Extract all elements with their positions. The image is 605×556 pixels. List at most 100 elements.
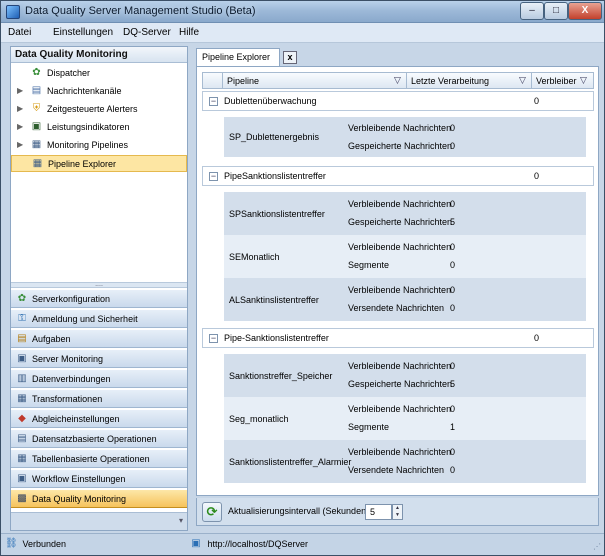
close-button[interactable]: X xyxy=(568,2,602,20)
close-tab-icon[interactable]: x xyxy=(283,51,297,64)
group-row[interactable]: − PipeSanktionslistentreffer 0 xyxy=(202,166,594,186)
metric-label: Segmente xyxy=(348,422,390,432)
tree-item-pipeline-explorer[interactable]: ▦ Pipeline Explorer xyxy=(11,155,187,172)
filter-icon[interactable]: ▽ xyxy=(580,75,587,86)
nav-button-data-quality-monitoring[interactable]: ▩ Data Quality Monitoring xyxy=(11,489,187,508)
chevron-down-icon[interactable]: ▾ xyxy=(179,516,183,525)
nav-header: Data Quality Monitoring xyxy=(11,47,187,63)
stepper-up-icon[interactable]: ▲ xyxy=(393,505,402,512)
filter-icon[interactable]: ▽ xyxy=(519,75,526,86)
pane-splitter[interactable]: .... xyxy=(11,281,187,288)
metric-value: 0 xyxy=(450,361,456,371)
nav-button-label: Data Quality Monitoring xyxy=(32,494,127,504)
app-window: Data Quality Server Management Studio (B… xyxy=(0,0,605,556)
title-bar[interactable]: Data Quality Server Management Studio (B… xyxy=(1,1,604,23)
nav-button-tabellenbasierte-operationen[interactable]: ▦ Tabellenbasierte Operationen xyxy=(11,449,187,468)
group-name: Dublettenüberwachung xyxy=(224,96,317,106)
tasks-icon: ▤ xyxy=(17,333,27,344)
tree-item-nachrichtenkanaele[interactable]: ▶ ▤ Nachrichtenkanäle xyxy=(11,83,187,100)
dispatcher-icon: ✿ xyxy=(32,67,41,78)
menu-einstellungen[interactable]: Einstellungen xyxy=(53,27,113,38)
nav-button-datensatzbasierte-operationen[interactable]: ▤ Datensatzbasierte Operationen xyxy=(11,429,187,448)
pipeline-item-name: SPSanktionslistentreffer xyxy=(229,209,325,219)
menu-hilfe[interactable]: Hilfe xyxy=(179,27,199,38)
menu-datei[interactable]: Datei xyxy=(8,27,31,38)
column-header-letzte-verarbeitung[interactable]: Letzte Verarbeitung xyxy=(407,73,532,88)
pipeline-item-name: SEMonatlich xyxy=(229,252,280,262)
pipeline-icon: ▦ xyxy=(31,139,42,150)
tree-item-dispatcher[interactable]: ✿ Dispatcher xyxy=(11,65,187,82)
channel-icon: ▤ xyxy=(31,85,42,96)
nav-button-label: Anmeldung und Sicherheit xyxy=(32,314,138,324)
collapse-icon[interactable]: − xyxy=(209,97,218,106)
server-monitor-icon: ▣ xyxy=(17,353,27,364)
nav-button-workflow-einstellungen[interactable]: ▣ Workflow Einstellungen xyxy=(11,469,187,488)
connected-icon: ⛓ xyxy=(5,538,18,549)
nav-button-server-monitoring[interactable]: ▣ Server Monitoring xyxy=(11,349,187,368)
metric-label: Verbleibende Nachrichten xyxy=(348,361,452,371)
minimize-button[interactable]: – xyxy=(520,2,544,20)
connection-status: ⛓ Verbunden xyxy=(5,538,66,550)
collapse-icon[interactable]: − xyxy=(209,334,218,343)
refresh-bar: ⟳ Aktualisierungsintervall (Sekunden): 5… xyxy=(196,498,599,526)
pipeline-item[interactable]: Sanktionstreffer_Speicher Verbleibende N… xyxy=(224,354,586,397)
stepper-down-icon[interactable]: ▼ xyxy=(393,512,402,519)
refresh-interval-stepper[interactable]: ▲ ▼ xyxy=(392,504,403,520)
nav-button-label: Datenverbindungen xyxy=(32,374,111,384)
maximize-button[interactable]: □ xyxy=(544,2,568,20)
dq-monitoring-icon: ▩ xyxy=(17,493,27,504)
nav-button-serverkonfiguration[interactable]: ✿ Serverkonfiguration xyxy=(11,289,187,308)
column-header-pipeline[interactable]: Pipeline xyxy=(223,73,407,88)
tree-item-leistungsindikatoren[interactable]: ▶ ▣ Leistungsindikatoren xyxy=(11,119,187,136)
tab-pipeline-explorer[interactable]: Pipeline Explorer xyxy=(196,48,280,67)
connection-status-text: Verbunden xyxy=(22,539,67,549)
pipeline-item[interactable]: ALSanktinslistentreffer Verbleibende Nac… xyxy=(224,278,586,321)
group-name: PipeSanktionslistentreffer xyxy=(224,171,326,181)
group-row[interactable]: − Dublettenüberwachung 0 xyxy=(202,91,594,111)
expand-arrow-icon[interactable]: ▶ xyxy=(17,104,23,113)
tree-item-alerters[interactable]: ▶ ⛨ Zeitgesteuerte Alerters xyxy=(11,101,187,118)
nav-button-datenverbindungen[interactable]: ▥ Datenverbindungen xyxy=(11,369,187,388)
metric-value: 0 xyxy=(450,465,456,475)
expand-arrow-icon[interactable]: ▶ xyxy=(17,86,23,95)
nav-button-abgleicheinstellungen[interactable]: ◆ Abgleicheinstellungen xyxy=(11,409,187,428)
resize-grip-icon[interactable]: ⋰ xyxy=(593,542,601,551)
nav-button-label: Aufgaben xyxy=(32,334,71,344)
menu-dq-server[interactable]: DQ-Server xyxy=(123,27,171,38)
expand-arrow-icon[interactable]: ▶ xyxy=(17,140,23,149)
collapse-icon[interactable]: − xyxy=(209,172,218,181)
metric-label: Verbleibende Nachrichten xyxy=(348,404,452,414)
window-title: Data Quality Server Management Studio (B… xyxy=(25,5,256,17)
group-row[interactable]: − Pipe-Sanktionslistentreffer 0 xyxy=(202,328,594,348)
data-connection-icon: ▥ xyxy=(17,373,27,384)
monitor-icon: ▣ xyxy=(31,121,42,132)
pipeline-item[interactable]: Sanktionslistentreffer_Alarmier Verbleib… xyxy=(224,440,586,483)
pipeline-item[interactable]: SPSanktionslistentreffer Verbleibende Na… xyxy=(224,192,586,235)
metric-label: Verbleibende Nachrichten xyxy=(348,447,452,457)
nav-button-label: Server Monitoring xyxy=(32,354,104,364)
tree-item-monitoring-pipelines[interactable]: ▶ ▦ Monitoring Pipelines xyxy=(11,137,187,154)
nav-button-transformationen[interactable]: ▦ Transformationen xyxy=(11,389,187,408)
refresh-interval-input[interactable]: 5 xyxy=(365,504,392,520)
navigation-pane: Data Quality Monitoring ✿ Dispatcher ▶ ▤… xyxy=(10,46,188,531)
metric-value: 0 xyxy=(450,123,456,133)
expand-arrow-icon[interactable]: ▶ xyxy=(17,122,23,131)
tree-item-label: Leistungsindikatoren xyxy=(47,122,130,132)
metric-value: 0 xyxy=(450,199,456,209)
nav-button-label: Tabellenbasierte Operationen xyxy=(32,454,150,464)
pipeline-item[interactable]: Seg_monatlich Verbleibende Nachrichten 0… xyxy=(224,397,586,440)
nav-button-aufgaben[interactable]: ▤ Aufgaben xyxy=(11,329,187,348)
pipeline-item-name: ALSanktinslistentreffer xyxy=(229,295,319,305)
filter-icon[interactable]: ▽ xyxy=(394,75,401,86)
nav-button-anmeldung[interactable]: ⚿ Anmeldung und Sicherheit xyxy=(11,309,187,328)
metric-value: 0 xyxy=(450,447,456,457)
metric-label: Versendete Nachrichten xyxy=(348,465,445,475)
metric-value: 5 xyxy=(450,379,456,389)
nav-button-label: Transformationen xyxy=(32,394,103,404)
refresh-icon[interactable]: ⟳ xyxy=(202,502,222,522)
metric-label: Verbleibende Nachrichten xyxy=(348,123,452,133)
group-count: 0 xyxy=(534,96,540,106)
pipeline-item[interactable]: SP_Dublettenergebnis Verbleibende Nachri… xyxy=(224,117,586,157)
metric-label: Verbleibende Nachrichten xyxy=(348,242,452,252)
pipeline-item[interactable]: SEMonatlich Verbleibende Nachrichten 0 S… xyxy=(224,235,586,278)
